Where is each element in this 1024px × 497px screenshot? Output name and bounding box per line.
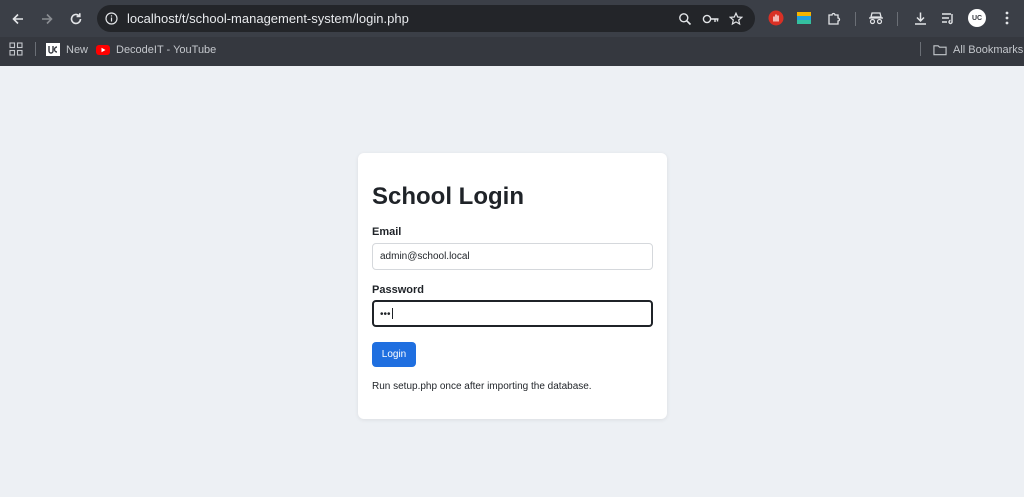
login-button[interactable]: Login: [372, 342, 416, 367]
bookmarks-bar: New DecodeIT - YouTube: [0, 37, 1024, 66]
incognito-icon[interactable]: [867, 9, 885, 27]
email-field[interactable]: admin@school.local: [372, 243, 653, 270]
password-key-icon[interactable]: [701, 10, 721, 27]
bookmark-decodeit-youtube[interactable]: DecodeIT - YouTube: [96, 43, 216, 56]
site-info-icon[interactable]: [103, 10, 120, 27]
arrow-right-icon: [42, 13, 53, 25]
password-value: •••: [380, 309, 391, 320]
email-value: admin@school.local: [380, 251, 470, 262]
youtube-icon: [96, 43, 110, 56]
bookmark-new[interactable]: New: [46, 43, 88, 56]
toolbar-divider: [855, 12, 856, 26]
bookmarks-divider: [920, 42, 921, 56]
hand-extension-icon[interactable]: [767, 9, 785, 27]
folder-icon: [933, 43, 947, 56]
page-title: School Login: [372, 183, 524, 210]
login-card: School Login Email admin@school.local Pa…: [358, 153, 667, 419]
profile-avatar[interactable]: UC: [968, 9, 986, 27]
zoom-icon[interactable]: [676, 10, 693, 27]
toolbar-divider: [897, 12, 898, 26]
all-bookmarks-button[interactable]: All Bookmarks: [933, 43, 1023, 56]
apps-grid-icon: [9, 42, 23, 56]
browser-chrome: localhost/t/school-management-system/log…: [0, 0, 1024, 66]
extensions-puzzle-icon[interactable]: [825, 9, 843, 27]
reload-icon: [70, 13, 82, 25]
apps-grid-button[interactable]: [9, 42, 23, 56]
all-bookmarks-label: All Bookmarks: [953, 43, 1024, 56]
password-label: Password: [372, 284, 424, 296]
forward-button[interactable]: [36, 8, 58, 30]
reload-button[interactable]: [65, 8, 87, 30]
bookmark-label: New: [66, 43, 89, 56]
uc-logo-icon: [46, 43, 60, 56]
bookmark-label: DecodeIT - YouTube: [116, 43, 217, 56]
avatar-initials: UC: [968, 9, 986, 27]
colorful-extension-icon[interactable]: [795, 9, 813, 27]
bookmarks-divider: [35, 42, 36, 56]
reading-list-icon[interactable]: [939, 9, 957, 27]
arrow-left-icon: [12, 13, 23, 25]
setup-note: Run setup.php once after importing the d…: [372, 381, 592, 392]
back-button[interactable]: [7, 8, 29, 30]
text-caret: [391, 308, 393, 319]
address-bar[interactable]: localhost/t/school-management-system/log…: [97, 5, 755, 32]
browser-toolbar: localhost/t/school-management-system/log…: [0, 0, 1024, 37]
password-field[interactable]: •••: [372, 300, 653, 327]
menu-kebab-icon[interactable]: [998, 9, 1016, 27]
url-text: localhost/t/school-management-system/log…: [127, 11, 409, 26]
email-label: Email: [372, 226, 402, 238]
bookmark-star-icon[interactable]: [727, 10, 744, 27]
download-icon[interactable]: [911, 9, 929, 27]
